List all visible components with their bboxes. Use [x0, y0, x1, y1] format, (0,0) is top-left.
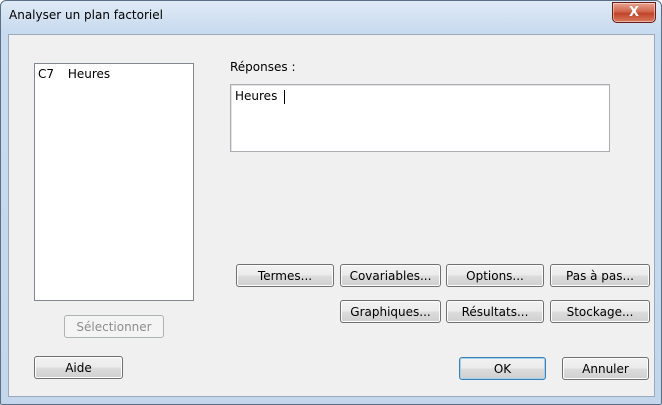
window-bottom-border [1, 395, 661, 404]
termes-button[interactable]: Termes... [236, 264, 334, 287]
selectionner-button[interactable]: Sélectionner [64, 315, 164, 338]
list-item[interactable]: C7 Heures [38, 67, 110, 81]
close-icon: X [628, 5, 640, 20]
dialog-client-area: C7 Heures Réponses : Heures Termes... Co… [8, 34, 655, 397]
resultats-button[interactable]: Résultats... [446, 300, 544, 323]
responses-value: Heures [235, 89, 278, 103]
text-caret [284, 90, 285, 104]
title-bar: Analyser un plan factoriel X [1, 1, 661, 35]
window-title: Analyser un plan factoriel [9, 8, 163, 22]
close-button[interactable]: X [612, 2, 656, 23]
responses-label: Réponses : [230, 60, 296, 74]
cancel-button[interactable]: Annuler [562, 357, 649, 380]
list-item-name: Heures [67, 67, 111, 81]
pas-a-pas-button[interactable]: Pas à pas... [550, 264, 650, 287]
covariables-button[interactable]: Covariables... [340, 264, 441, 287]
responses-field[interactable]: Heures [230, 84, 610, 152]
options-button[interactable]: Options... [446, 264, 544, 287]
graphiques-button[interactable]: Graphiques... [340, 300, 441, 323]
stockage-button[interactable]: Stockage... [550, 300, 650, 323]
help-button[interactable]: Aide [34, 356, 123, 379]
variables-list[interactable]: C7 Heures [34, 63, 194, 301]
dialog-window: Analyser un plan factoriel X C7 Heures R… [0, 0, 662, 405]
list-item-column: C7 [38, 67, 55, 81]
ok-button[interactable]: OK [459, 357, 546, 380]
